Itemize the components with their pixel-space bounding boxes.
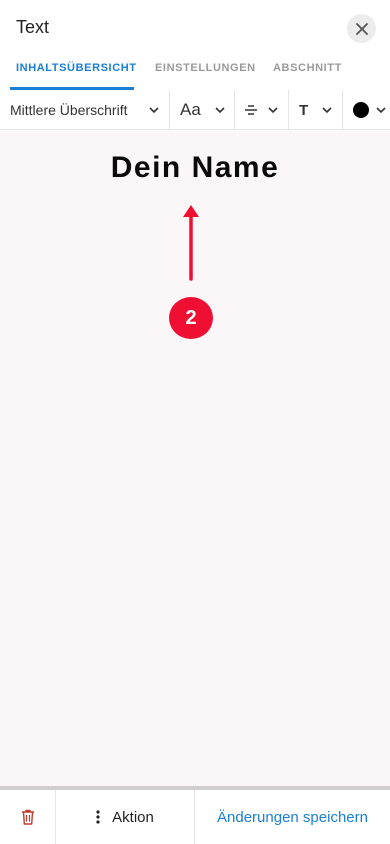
chevron-down-icon <box>268 107 278 114</box>
chevron-down-icon <box>149 107 159 114</box>
tab-einstellungen[interactable]: EINSTELLUNGEN <box>155 62 256 74</box>
tab-inhaltsuebersicht[interactable]: INHALTSÜBERSICHT <box>16 62 137 74</box>
delete-button[interactable] <box>0 790 55 844</box>
step-badge: 2 <box>169 297 213 339</box>
chevron-down-icon <box>376 107 386 114</box>
action-menu-button[interactable]: Aktion <box>56 790 194 844</box>
save-changes-button[interactable]: Änderungen speichern <box>195 790 390 844</box>
name-heading[interactable]: Dein Name <box>0 151 390 185</box>
color-select[interactable] <box>343 90 390 130</box>
text-format-select[interactable]: T <box>289 90 343 130</box>
panel-header: Text <box>0 0 390 56</box>
trash-icon <box>21 809 34 825</box>
more-vertical-icon <box>96 810 100 824</box>
panel-title: Text <box>16 17 50 37</box>
style-select[interactable]: Mittlere Überschrift <box>0 90 170 130</box>
preview-canvas: Dein Name 2 <box>0 131 390 786</box>
align-center-icon <box>245 105 257 115</box>
action-bar: Aktion Änderungen speichern <box>0 790 390 844</box>
tab-bar: INHALTSÜBERSICHT EINSTELLUNGEN ABSCHNITT <box>0 56 390 92</box>
arrow-up-icon <box>183 205 199 281</box>
font-size-label: Aa <box>180 100 201 119</box>
save-changes-label: Änderungen speichern <box>217 808 368 826</box>
text-format-label: T <box>299 101 309 119</box>
chevron-down-icon <box>215 107 225 114</box>
close-button[interactable] <box>347 14 376 43</box>
tab-abschnitt[interactable]: ABSCHNITT <box>273 62 342 74</box>
text-toolbar: Mittlere Überschrift Aa T <box>0 90 390 130</box>
action-label: Aktion <box>112 808 154 826</box>
color-swatch-icon <box>353 102 369 118</box>
font-size-select[interactable]: Aa <box>170 90 235 130</box>
style-select-value: Mittlere Überschrift <box>10 102 128 118</box>
close-icon <box>355 22 368 35</box>
chevron-down-icon <box>322 107 332 114</box>
alignment-select[interactable] <box>235 90 289 130</box>
